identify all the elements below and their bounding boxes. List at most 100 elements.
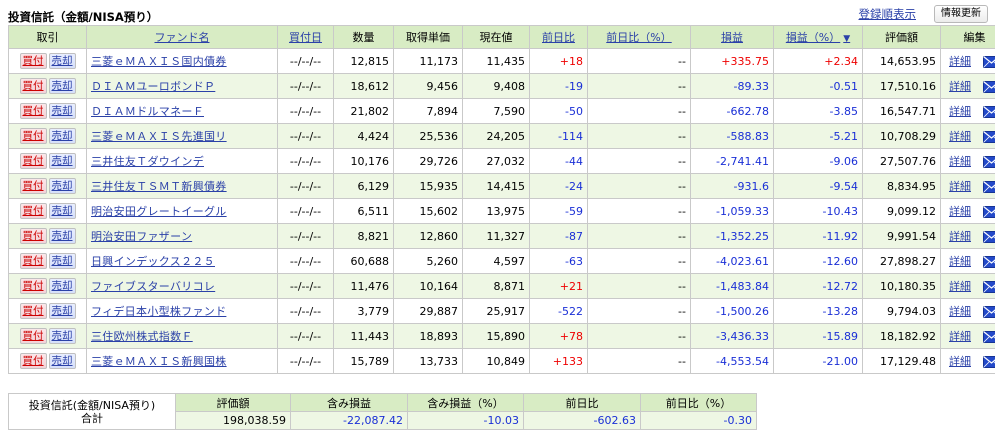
mail-icon[interactable] bbox=[983, 106, 995, 118]
sell-button[interactable]: 売却 bbox=[48, 178, 76, 194]
sell-button[interactable]: 売却 bbox=[48, 53, 76, 69]
edit-cell: 詳細 bbox=[940, 323, 995, 349]
buy-button[interactable]: 買付 bbox=[19, 303, 47, 319]
table-row: 買付 売却 三井住友ＴＳＭＴ新興債券 --/--/-- 6,129 15,935 14,41… bbox=[8, 173, 995, 199]
mail-icon[interactable] bbox=[983, 206, 995, 218]
sell-button[interactable]: 売却 bbox=[48, 328, 76, 344]
mail-icon[interactable] bbox=[983, 81, 995, 93]
buy-button[interactable]: 買付 bbox=[19, 278, 47, 294]
sell-button[interactable]: 売却 bbox=[48, 128, 76, 144]
fund-name-link[interactable]: ＤＩＡＭユーロボンドＰ bbox=[91, 80, 215, 93]
buy-button[interactable]: 買付 bbox=[19, 103, 47, 119]
buy-button[interactable]: 買付 bbox=[19, 353, 47, 369]
fund-name-link[interactable]: ＤＩＡＭドルマネーＦ bbox=[91, 105, 204, 118]
fund-name-link[interactable]: フィデ日本小型株ファンド bbox=[91, 305, 226, 318]
fund-name-link[interactable]: 三井住友ＴＳＭＴ新興債券 bbox=[91, 180, 227, 193]
fund-name-link[interactable]: 日興インデックス２２５ bbox=[91, 255, 215, 268]
col-day-change[interactable]: 前日比 bbox=[529, 25, 588, 49]
detail-link[interactable]: 詳細 bbox=[949, 55, 971, 68]
detail-link[interactable]: 詳細 bbox=[949, 255, 971, 268]
quantity: 60,688 bbox=[333, 248, 394, 274]
buy-button[interactable]: 買付 bbox=[19, 203, 47, 219]
mail-icon[interactable] bbox=[983, 181, 995, 193]
fund-name-cell: 三住欧州株式指数Ｆ bbox=[86, 323, 278, 349]
sell-button[interactable]: 売却 bbox=[48, 153, 76, 169]
refresh-button[interactable]: 情報更新 bbox=[934, 5, 988, 23]
trade-cell: 買付 売却 bbox=[8, 98, 87, 124]
sell-button[interactable]: 売却 bbox=[48, 103, 76, 119]
fund-name-link[interactable]: 明治安田ファザーン bbox=[91, 230, 192, 243]
mail-icon[interactable] bbox=[983, 231, 995, 243]
col-day-change-pct[interactable]: 前日比（%） bbox=[587, 25, 691, 49]
profit-pct: -21.00 bbox=[773, 348, 863, 374]
fund-name-link[interactable]: ファイブスターバリコレ bbox=[91, 280, 215, 293]
sell-button[interactable]: 売却 bbox=[48, 253, 76, 269]
buy-button[interactable]: 買付 bbox=[19, 128, 47, 144]
buy-button[interactable]: 買付 bbox=[19, 253, 47, 269]
detail-link[interactable]: 詳細 bbox=[949, 230, 971, 243]
col-buy-date[interactable]: 買付日 bbox=[277, 25, 334, 49]
detail-link[interactable]: 詳細 bbox=[949, 105, 971, 118]
detail-link[interactable]: 詳細 bbox=[949, 80, 971, 93]
edit-cell: 詳細 bbox=[940, 48, 995, 74]
sell-button[interactable]: 売却 bbox=[48, 228, 76, 244]
detail-link[interactable]: 詳細 bbox=[949, 180, 971, 193]
col-fund-name[interactable]: ファンド名 bbox=[86, 25, 278, 49]
profit: -931.6 bbox=[690, 173, 774, 199]
edit-cell: 詳細 bbox=[940, 173, 995, 199]
buy-button[interactable]: 買付 bbox=[19, 328, 47, 344]
detail-link[interactable]: 詳細 bbox=[949, 305, 971, 318]
fund-name-cell: ＤＩＡＭユーロボンドＰ bbox=[86, 73, 278, 99]
mail-icon[interactable] bbox=[983, 156, 995, 168]
detail-link[interactable]: 詳細 bbox=[949, 330, 971, 343]
buy-button[interactable]: 買付 bbox=[19, 228, 47, 244]
day-change-pct: -- bbox=[587, 148, 691, 174]
detail-link[interactable]: 詳細 bbox=[949, 130, 971, 143]
buy-date: --/--/-- bbox=[277, 273, 334, 299]
mail-icon[interactable] bbox=[983, 306, 995, 318]
fund-name-link[interactable]: 三菱ｅＭＡＸＩＳ先進国リ bbox=[91, 130, 227, 143]
buy-button[interactable]: 買付 bbox=[19, 53, 47, 69]
buy-button[interactable]: 買付 bbox=[19, 78, 47, 94]
mail-icon[interactable] bbox=[983, 256, 995, 268]
detail-link[interactable]: 詳細 bbox=[949, 355, 971, 368]
profit: -1,352.25 bbox=[690, 223, 774, 249]
sell-button[interactable]: 売却 bbox=[48, 353, 76, 369]
detail-link[interactable]: 詳細 bbox=[949, 155, 971, 168]
mail-icon[interactable] bbox=[983, 131, 995, 143]
trade-cell: 買付 売却 bbox=[8, 298, 87, 324]
table-row: 買付 売却 明治安田グレートイーグル --/--/-- 6,511 15,602 13,97… bbox=[8, 198, 995, 224]
fund-name-link[interactable]: 三菱ｅＭＡＸＩＳ国内債券 bbox=[91, 55, 227, 68]
fund-name-cell: 明治安田ファザーン bbox=[86, 223, 278, 249]
table-row: 買付 売却 三井住友Ｔダウインデ --/--/-- 10,176 29,726 27,032… bbox=[8, 148, 995, 174]
detail-link[interactable]: 詳細 bbox=[949, 280, 971, 293]
fund-name-link[interactable]: 三菱ｅＭＡＸＩＳ新興国株 bbox=[91, 355, 227, 368]
mail-icon[interactable] bbox=[983, 331, 995, 343]
day-change-pct: -- bbox=[587, 323, 691, 349]
fund-name-link[interactable]: 三井住友Ｔダウインデ bbox=[91, 155, 204, 168]
sell-button[interactable]: 売却 bbox=[48, 303, 76, 319]
day-change-pct: -- bbox=[587, 48, 691, 74]
sell-button[interactable]: 売却 bbox=[48, 278, 76, 294]
current-price: 14,415 bbox=[462, 173, 530, 199]
profit-pct: -0.51 bbox=[773, 73, 863, 99]
fund-name-link[interactable]: 明治安田グレートイーグル bbox=[91, 205, 227, 218]
registration-order-link[interactable]: 登録順表示 bbox=[859, 6, 917, 22]
fund-name-link[interactable]: 三住欧州株式指数Ｆ bbox=[91, 330, 193, 343]
detail-link[interactable]: 詳細 bbox=[949, 205, 971, 218]
quantity: 11,443 bbox=[333, 323, 394, 349]
col-profit-pct[interactable]: 損益（%） ▼ bbox=[773, 25, 863, 49]
mail-icon[interactable] bbox=[983, 281, 995, 293]
current-price: 4,597 bbox=[462, 248, 530, 274]
sell-button[interactable]: 売却 bbox=[48, 78, 76, 94]
buy-button[interactable]: 買付 bbox=[19, 178, 47, 194]
mail-icon[interactable] bbox=[983, 356, 995, 368]
buy-button[interactable]: 買付 bbox=[19, 153, 47, 169]
fund-name-cell: ＤＩＡＭドルマネーＦ bbox=[86, 98, 278, 124]
fund-name-cell: 三菱ｅＭＡＸＩＳ先進国リ bbox=[86, 123, 278, 149]
day-change: -63 bbox=[529, 248, 588, 274]
sell-button[interactable]: 売却 bbox=[48, 203, 76, 219]
col-profit[interactable]: 損益 bbox=[690, 25, 774, 49]
fund-name-cell: 日興インデックス２２５ bbox=[86, 248, 278, 274]
mail-icon[interactable] bbox=[983, 56, 995, 68]
